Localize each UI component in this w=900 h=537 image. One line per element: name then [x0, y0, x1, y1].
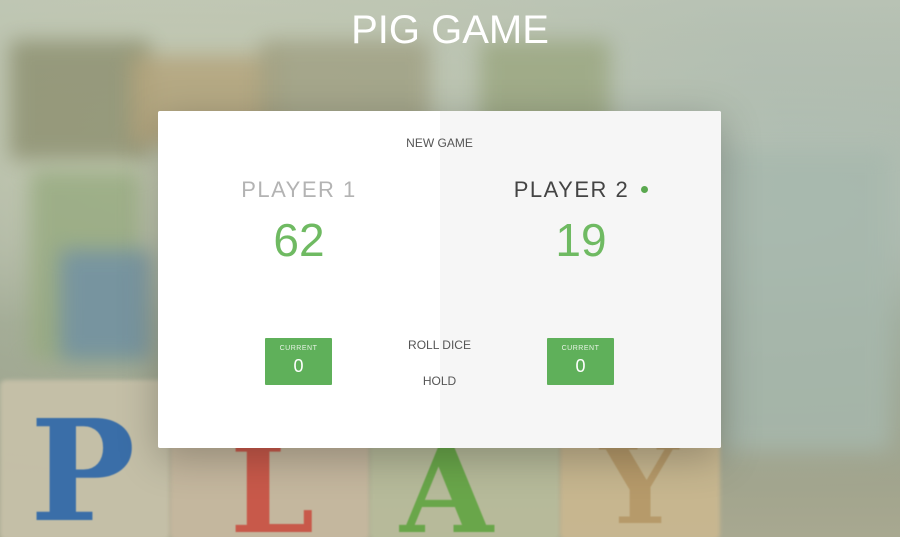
player-2-panel — [440, 111, 721, 448]
player-2-score: 19 — [555, 214, 607, 266]
player-2-name-label: PLAYER 2 — [513, 177, 630, 202]
new-game-button[interactable]: NEW GAME — [158, 136, 721, 150]
player-2-name: PLAYER 2 — [440, 177, 721, 203]
active-player-indicator-icon — [641, 185, 649, 193]
player-1-name-label: PLAYER 1 — [241, 177, 357, 202]
player-1-score: 62 — [273, 214, 325, 266]
player-1-name: PLAYER 1 — [158, 177, 440, 203]
hold-button[interactable]: HOLD — [158, 374, 721, 388]
roll-dice-button[interactable]: ROLL DICE — [158, 338, 721, 352]
game-panel: NEW GAME PLAYER 1 PLAYER 2 62 19 CURRENT… — [158, 111, 721, 448]
page-title: PIG GAME — [351, 8, 549, 52]
